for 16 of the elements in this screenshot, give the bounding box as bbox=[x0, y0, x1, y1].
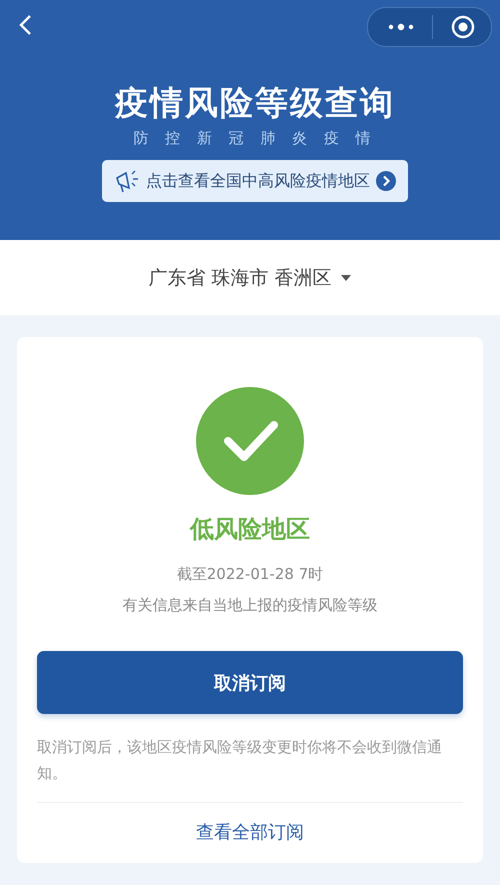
risk-level-label: 低风险地区 bbox=[190, 514, 310, 545]
dropdown-icon bbox=[340, 274, 352, 282]
updated-time: 截至2022-01-28 7时 bbox=[176, 565, 324, 584]
region-selector[interactable]: 广东省 珠海市 香洲区 bbox=[0, 240, 500, 315]
megaphone-icon bbox=[114, 168, 140, 194]
chevron-right-icon bbox=[376, 171, 396, 192]
page-subtitle: 防 控 新 冠 肺 炎 疫 情 bbox=[133, 129, 377, 148]
high-risk-areas-banner[interactable]: 点击查看全国中高风险疫情地区 bbox=[102, 160, 408, 202]
unsubscribe-button[interactable]: 取消订阅 bbox=[37, 651, 463, 714]
more-icon[interactable] bbox=[388, 23, 414, 31]
source-note: 有关信息来自当地上报的疫情风险等级 bbox=[122, 596, 378, 615]
back-icon[interactable] bbox=[18, 14, 32, 36]
view-all-link[interactable]: 查看全部订阅 bbox=[190, 819, 310, 845]
close-icon[interactable] bbox=[451, 15, 475, 39]
unsubscribe-note: 取消订阅后，该地区疫情风险等级变更时你将不会收到微信通知。 bbox=[37, 737, 443, 784]
page-title: 疫情风险等级查询 bbox=[115, 85, 395, 122]
